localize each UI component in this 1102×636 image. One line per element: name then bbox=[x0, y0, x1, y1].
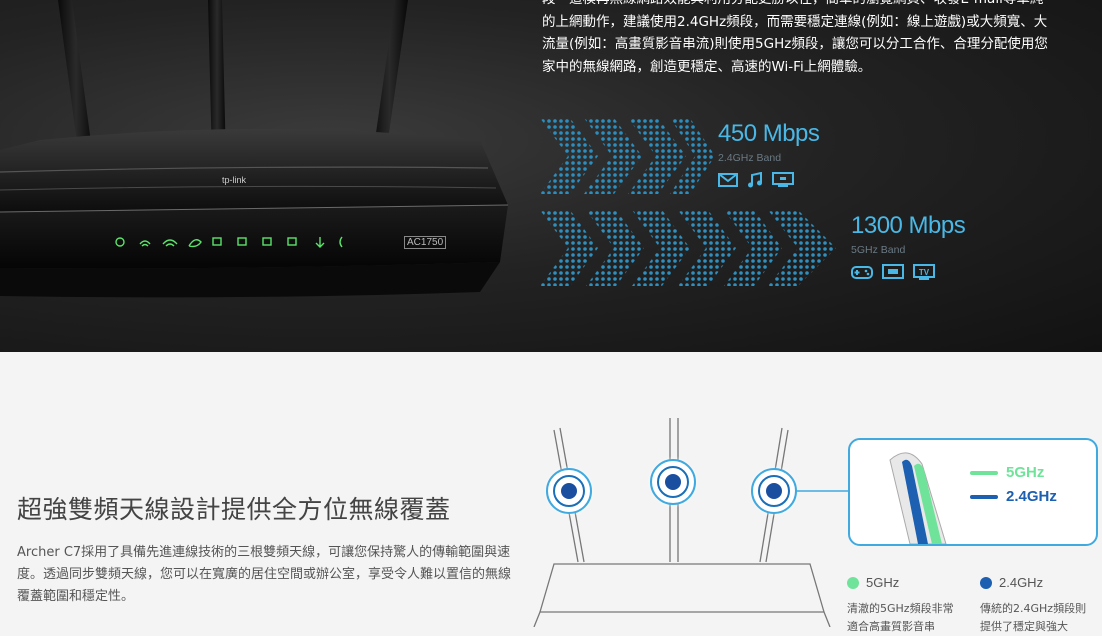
band-speed: 1300 Mbps bbox=[851, 212, 966, 239]
legend-5ghz: 5GHz bbox=[970, 464, 1044, 481]
legend-5ghz-swatch bbox=[970, 470, 998, 475]
antenna-diagram bbox=[533, 418, 850, 627]
note-24ghz-text: 傳統的2.4GHz頻段則提供了穩定與強大 bbox=[980, 602, 1087, 633]
band-5ghz: 1300 Mbps 5GHz Band TV bbox=[851, 212, 966, 280]
monitor-icon bbox=[772, 172, 794, 187]
band-speed: 450 Mbps bbox=[718, 120, 820, 147]
router-image bbox=[0, 0, 509, 298]
media-player-icon bbox=[882, 264, 904, 279]
legend-24ghz-swatch bbox=[970, 494, 998, 499]
chevron-graphic-24ghz bbox=[540, 118, 715, 194]
section-body: Archer C7採用了具備先進連線技術的三根雙頻天線，可讓您保持驚人的傳輸範圍… bbox=[17, 545, 512, 604]
mail-icon bbox=[718, 173, 738, 187]
router-brand-label: tp-link bbox=[222, 175, 247, 185]
dot-24ghz bbox=[980, 576, 992, 589]
antenna-zoom-panel: 5GHz 2.4GHz bbox=[848, 438, 1098, 546]
note-5ghz-text: 清澈的5GHz頻段非常適合高畫質影音串 bbox=[847, 602, 954, 633]
antenna-crosssection bbox=[889, 452, 947, 544]
band-label: 5GHz Band bbox=[851, 244, 906, 256]
router-model-badge: AC1750 bbox=[404, 236, 447, 249]
hero-description: 段一道模再無線網路效能與利用分配更勝以往，簡單的瀏覽網頁、收發E-mail等單純… bbox=[542, 0, 1048, 75]
tv-icon-text: TV bbox=[919, 268, 930, 277]
gamepad-icon bbox=[851, 266, 873, 279]
section-title: 超強雙頻天線設計提供全方位無線覆蓋 bbox=[17, 495, 451, 524]
antenna-section: 超強雙頻天線設計提供全方位無線覆蓋 Archer C7採用了具備先進連線技術的三… bbox=[0, 352, 1102, 633]
dot-5ghz bbox=[847, 576, 859, 589]
music-icon bbox=[748, 172, 762, 188]
tv-icon: TV bbox=[913, 264, 935, 280]
note-5ghz-heading: 5GHz bbox=[847, 575, 899, 590]
band-24ghz: 450 Mbps 2.4GHz Band bbox=[718, 120, 820, 188]
hero-banner: tp-link AC1750 段一道模再無線網路效能與利用分配更勝以往，簡單的瀏… bbox=[0, 0, 1102, 352]
note-24ghz-heading: 2.4GHz bbox=[980, 575, 1043, 590]
note-label: 2.4GHz bbox=[999, 575, 1044, 590]
note-label: 5GHz bbox=[866, 575, 900, 590]
legend-label: 2.4GHz bbox=[1006, 488, 1057, 505]
band-label: 2.4GHz Band bbox=[718, 152, 782, 164]
legend-label: 5GHz bbox=[1006, 464, 1045, 481]
chevron-graphic-5ghz bbox=[540, 210, 836, 286]
legend-24ghz: 2.4GHz bbox=[970, 488, 1057, 505]
